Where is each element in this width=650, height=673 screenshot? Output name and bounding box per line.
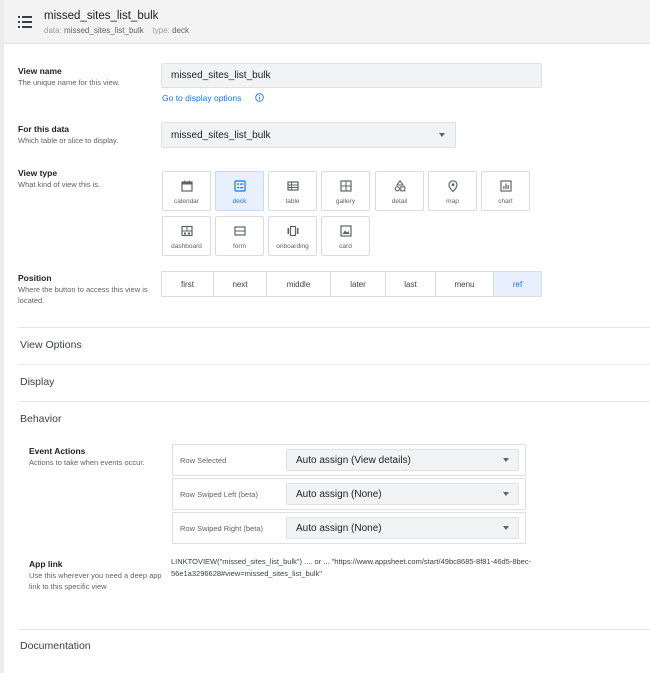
position-first[interactable]: first bbox=[161, 271, 214, 297]
dashboard-icon bbox=[181, 225, 193, 237]
position-ref[interactable]: ref bbox=[494, 271, 542, 297]
chevron-down-icon bbox=[439, 133, 445, 137]
section-divider bbox=[18, 327, 650, 328]
view-type-deck[interactable]: deck bbox=[215, 171, 264, 211]
view-type-gallery[interactable]: gallery bbox=[321, 171, 370, 211]
for-this-data-help: Which table or slice to display. bbox=[18, 136, 119, 145]
view-type-chart[interactable]: chart bbox=[481, 171, 530, 211]
data-source-select[interactable]: missed_sites_list_bulk bbox=[161, 122, 456, 148]
view-type-label-text: calendar bbox=[174, 198, 199, 205]
view-header: missed_sites_list_bulk data: missed_site… bbox=[4, 0, 650, 44]
info-icon[interactable] bbox=[255, 93, 264, 102]
row-swiped-left-action-select[interactable]: Auto assign (None) bbox=[286, 483, 519, 505]
view-name-label: View name bbox=[18, 66, 62, 76]
position-label: Position bbox=[18, 273, 52, 283]
display-options-link[interactable]: Go to display options bbox=[162, 93, 241, 103]
event-row-label: Row Swiped Left (beta) bbox=[180, 490, 258, 499]
section-display[interactable]: Display bbox=[20, 376, 54, 388]
view-type-dashboard[interactable]: dashboard bbox=[162, 216, 211, 256]
app-link-value[interactable]: LINKTOVIEW("missed_sites_list_bulk") ...… bbox=[171, 556, 551, 580]
view-title: missed_sites_list_bulk bbox=[44, 10, 159, 22]
view-type-form[interactable]: form bbox=[215, 216, 264, 256]
view-type-help: What kind of view this is. bbox=[18, 180, 101, 189]
view-name-help: The unique name for this view. bbox=[18, 78, 120, 87]
row-selected-action-select[interactable]: Auto assign (View details) bbox=[286, 449, 519, 471]
section-divider bbox=[18, 629, 650, 630]
card-icon bbox=[340, 225, 352, 237]
type-meta-value: deck bbox=[172, 26, 189, 35]
position-next[interactable]: next bbox=[214, 271, 267, 297]
view-type-detail[interactable]: detail bbox=[375, 171, 424, 211]
detail-icon bbox=[394, 180, 406, 192]
view-type-label-text: card bbox=[339, 243, 352, 250]
table-icon bbox=[287, 181, 299, 191]
section-divider bbox=[18, 401, 650, 402]
view-type-label-text: dashboard bbox=[171, 243, 202, 250]
app-link-help: Use this wherever you need a deep app li… bbox=[29, 571, 162, 591]
for-this-data-label: For this data bbox=[18, 124, 70, 134]
list-icon bbox=[18, 16, 32, 28]
view-type-label-text: detail bbox=[391, 198, 408, 205]
view-type-table[interactable]: table bbox=[268, 171, 317, 211]
type-meta-label: type: bbox=[152, 26, 170, 35]
app-link-label: App link bbox=[29, 559, 63, 569]
view-type-label-text: table bbox=[285, 198, 300, 205]
position-help: Where the button to access this view is … bbox=[18, 285, 148, 305]
event-row-label: Row Swiped Right (beta) bbox=[180, 524, 263, 533]
form-icon bbox=[234, 226, 246, 236]
view-type-label-text: map bbox=[446, 198, 459, 205]
section-divider bbox=[18, 364, 650, 365]
view-type-calendar[interactable]: calendar bbox=[162, 171, 211, 211]
view-type-card[interactable]: card bbox=[321, 216, 370, 256]
data-meta-value: missed_sites_list_bulk bbox=[64, 26, 144, 35]
view-type-onboarding[interactable]: onboarding bbox=[268, 216, 317, 256]
view-name-input[interactable]: missed_sites_list_bulk bbox=[161, 63, 542, 88]
row-swiped-right-action-select[interactable]: Auto assign (None) bbox=[286, 517, 519, 539]
position-last[interactable]: last bbox=[386, 271, 436, 297]
position-later[interactable]: later bbox=[331, 271, 386, 297]
calendar-icon bbox=[181, 180, 193, 192]
view-type-label-text: onboarding bbox=[276, 243, 309, 250]
event-actions-label: Event Actions bbox=[29, 446, 86, 456]
event-row-label: Row Selected bbox=[180, 456, 227, 465]
chart-icon bbox=[500, 180, 512, 192]
map-pin-icon bbox=[448, 180, 458, 192]
view-type-label-text: deck bbox=[232, 198, 247, 205]
chevron-down-icon bbox=[503, 526, 509, 530]
view-type-label-text: chart bbox=[498, 198, 513, 205]
chevron-down-icon bbox=[503, 458, 509, 462]
gallery-icon bbox=[340, 180, 352, 192]
data-meta-label: data: bbox=[44, 26, 62, 35]
onboarding-icon bbox=[287, 225, 299, 237]
left-rule bbox=[0, 0, 4, 673]
view-type-label-text: form bbox=[233, 243, 246, 250]
deck-icon bbox=[234, 180, 246, 192]
section-view-options[interactable]: View Options bbox=[20, 339, 82, 351]
section-behavior[interactable]: Behavior bbox=[20, 413, 61, 425]
view-type-label-text: gallery bbox=[335, 198, 356, 205]
view-meta: data: missed_sites_list_bulk type: deck bbox=[44, 26, 189, 35]
position-middle[interactable]: middle bbox=[267, 271, 331, 297]
chevron-down-icon bbox=[503, 492, 509, 496]
position-menu[interactable]: menu bbox=[436, 271, 494, 297]
section-documentation[interactable]: Documentation bbox=[20, 640, 91, 652]
view-type-label: View type bbox=[18, 168, 58, 178]
event-actions-help: Actions to take when events occur. bbox=[29, 458, 145, 467]
view-type-map[interactable]: map bbox=[428, 171, 477, 211]
